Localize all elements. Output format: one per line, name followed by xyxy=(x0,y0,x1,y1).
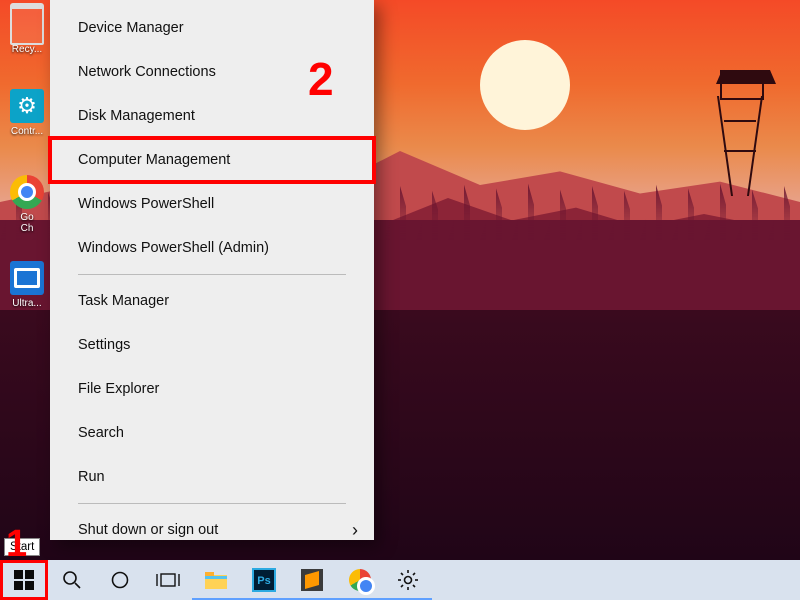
wallpaper-fire-tower xyxy=(710,60,770,200)
winx-item-task-manager[interactable]: Task Manager xyxy=(50,279,374,323)
gear-icon xyxy=(397,569,419,591)
taskbar-sublime-text[interactable] xyxy=(288,560,336,600)
taskbar-task-view-button[interactable] xyxy=(144,560,192,600)
svg-text:Ps: Ps xyxy=(257,575,270,587)
taskbar-settings[interactable] xyxy=(384,560,432,600)
winx-item-label: Computer Management xyxy=(78,152,230,168)
winx-item-windows-powershell-admin[interactable]: Windows PowerShell (Admin) xyxy=(50,226,374,270)
file-explorer-icon xyxy=(204,570,228,590)
winx-item-windows-powershell[interactable]: Windows PowerShell xyxy=(50,182,374,226)
search-icon xyxy=(62,570,82,590)
start-button[interactable] xyxy=(0,560,48,600)
desktop-icon-label: Recy... xyxy=(2,44,52,55)
control-panel-icon: ⚙ xyxy=(10,89,44,123)
taskbar-chrome[interactable] xyxy=(336,560,384,600)
winx-item-label: Shut down or sign out xyxy=(78,522,218,538)
desktop-screen: Recy... ⚙ Contr... Go Ch Ultra... Device… xyxy=(0,0,800,600)
menu-separator xyxy=(78,274,346,275)
menu-separator xyxy=(78,503,346,504)
taskbar-file-explorer[interactable] xyxy=(192,560,240,600)
taskbar-search-button[interactable] xyxy=(48,560,96,600)
winx-item-settings[interactable]: Settings xyxy=(50,323,374,367)
ultraiso-icon xyxy=(10,261,44,295)
desktop-icons-column: Recy... ⚙ Contr... Go Ch Ultra... xyxy=(4,4,50,336)
desktop-icon-label: Ultra... xyxy=(2,298,52,309)
winx-item-label: Windows PowerShell xyxy=(78,196,214,212)
winx-item-label: Disk Management xyxy=(78,108,195,124)
winx-item-shutdown-signout[interactable]: Shut down or sign out › xyxy=(50,508,374,552)
wallpaper-sun xyxy=(480,40,570,130)
winx-item-run[interactable]: Run xyxy=(50,455,374,499)
desktop-icon-recycle-bin[interactable]: Recy... xyxy=(4,4,50,66)
annotation-number-2: 2 xyxy=(308,52,334,106)
desktop-icon-control-panel[interactable]: ⚙ Contr... xyxy=(4,86,50,148)
photoshop-icon: Ps xyxy=(252,568,276,592)
cortana-icon xyxy=(110,570,130,590)
windows-logo-icon xyxy=(14,570,34,590)
winx-item-label: Windows PowerShell (Admin) xyxy=(78,240,269,256)
winx-item-label: Network Connections xyxy=(78,64,216,80)
desktop-icon-label: Contr... xyxy=(2,126,52,137)
taskbar-photoshop[interactable]: Ps xyxy=(240,560,288,600)
winx-item-label: Search xyxy=(78,425,124,441)
desktop-icon-label: Go Ch xyxy=(2,212,52,234)
chevron-right-icon: › xyxy=(352,520,358,541)
winx-item-label: Settings xyxy=(78,337,130,353)
sublime-text-icon xyxy=(301,569,323,591)
desktop-icon-ultraiso[interactable]: Ultra... xyxy=(4,258,50,320)
chrome-icon xyxy=(349,569,371,591)
recycle-bin-icon xyxy=(10,3,44,45)
chrome-icon xyxy=(10,175,44,209)
winx-item-device-manager[interactable]: Device Manager xyxy=(50,6,374,50)
winx-item-computer-management[interactable]: Computer Management xyxy=(50,138,374,182)
winx-item-search[interactable]: Search xyxy=(50,411,374,455)
taskbar-cortana-button[interactable] xyxy=(96,560,144,600)
winx-item-label: Run xyxy=(78,469,105,485)
desktop-icon-chrome[interactable]: Go Ch xyxy=(4,172,50,234)
taskbar: Ps xyxy=(0,560,800,600)
winx-item-label: Task Manager xyxy=(78,293,169,309)
winx-item-label: File Explorer xyxy=(78,381,159,397)
task-view-icon xyxy=(156,571,180,589)
winx-item-label: Device Manager xyxy=(78,20,184,36)
winx-item-file-explorer[interactable]: File Explorer xyxy=(50,367,374,411)
